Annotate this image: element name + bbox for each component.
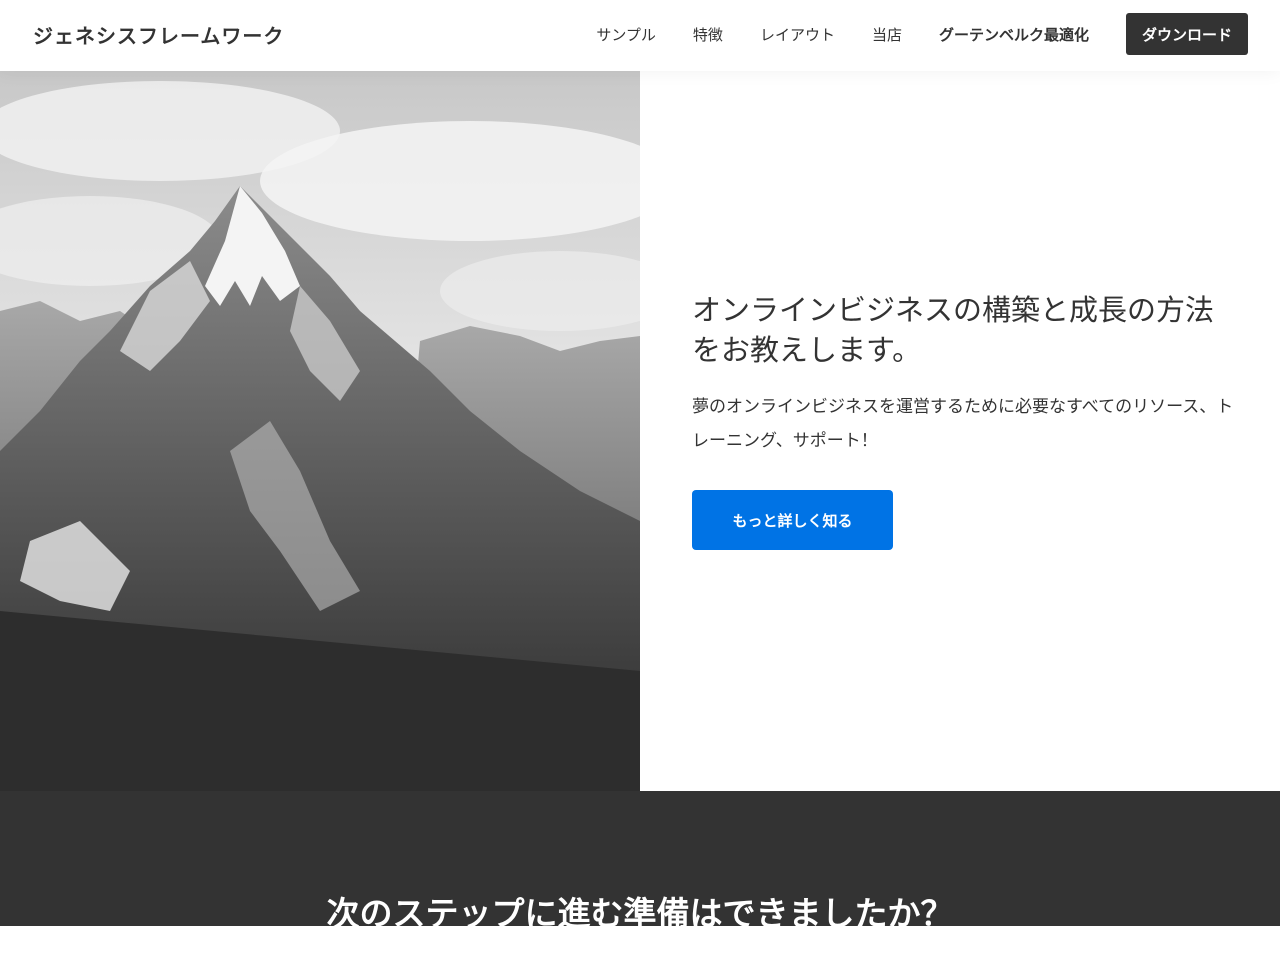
mountain-illustration [0,71,640,791]
main-nav: サンプル 特徴 レイアウト 当店 グーテンベルク最適化 ダウンロード [596,13,1248,55]
nav-item-features[interactable]: 特徴 [693,24,723,45]
nav-item-gutenberg[interactable]: グーテンベルク最適化 [939,24,1089,45]
cta-section: 次のステップに進む準備はできましたか？ [0,791,1280,926]
learn-more-button[interactable]: もっと詳しく知る [692,490,893,550]
site-title[interactable]: ジェネシスフレームワーク [33,20,284,49]
nav-item-samples[interactable]: サンプル [596,24,656,45]
cta-heading: 次のステップに進む準備はできましたか？ [326,894,954,926]
mountain-image [0,71,640,791]
nav-item-layouts[interactable]: レイアウト [760,24,835,45]
download-button[interactable]: ダウンロード [1125,13,1248,55]
site-header: ジェネシスフレームワーク サンプル 特徴 レイアウト 当店 グーテンベルク最適化… [0,0,1280,71]
hero-title: オンラインビジネスの構築と成長の方法をお教えします。 [692,293,1215,367]
hero-description: 夢のオンラインビジネスを運営するために必要なすべてのリソース、トレーニング、サポ… [692,397,1234,451]
hero-content: オンラインビジネスの構築と成長の方法をお教えします。 夢のオンラインビジネスを運… [692,290,1242,550]
nav-item-shop[interactable]: 当店 [872,24,902,45]
